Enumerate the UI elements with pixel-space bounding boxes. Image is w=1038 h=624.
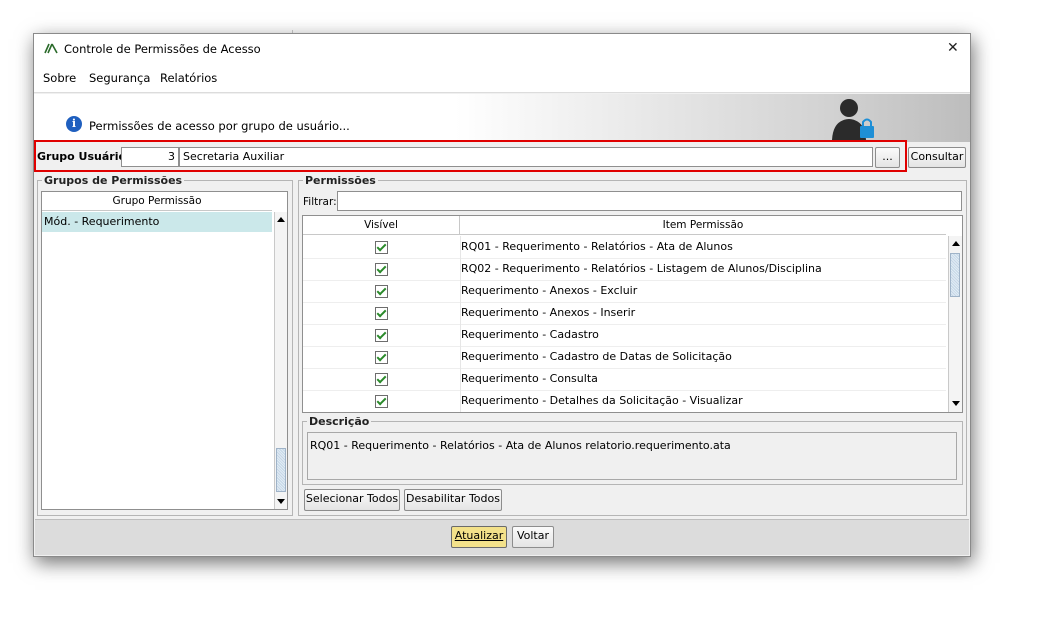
descricao-text: RQ01 - Requerimento - Relatórios - Ata d… xyxy=(310,439,731,452)
grupo-usuario-name: Secretaria Auxiliar xyxy=(183,150,285,163)
grupo-usuario-code: 3 xyxy=(168,150,175,163)
title-bar: Controle de Permissões de Acesso ✕ xyxy=(34,34,970,63)
grupos-list-item[interactable]: Mód. - Requerimento xyxy=(42,212,272,232)
voltar-label: Voltar xyxy=(516,529,550,542)
table-row[interactable]: RQ01 - Requerimento - Relatórios - Ata d… xyxy=(303,236,946,259)
browse-button[interactable]: ... xyxy=(875,147,900,168)
grupos-permissoes-legend: Grupos de Permissões xyxy=(44,174,183,187)
close-icon[interactable]: ✕ xyxy=(947,40,959,56)
scroll-thumb[interactable] xyxy=(950,253,960,297)
table-row[interactable]: RQ02 - Requerimento - Relatórios - Lista… xyxy=(303,258,946,281)
item-permissao-cell: RQ01 - Requerimento - Relatórios - Ata d… xyxy=(461,240,733,253)
scroll-up-icon[interactable] xyxy=(277,217,285,222)
item-permissao-cell: Requerimento - Consulta xyxy=(461,372,598,385)
item-permissao-cell: RQ02 - Requerimento - Relatórios - Lista… xyxy=(461,262,822,275)
descricao-box: RQ01 - Requerimento - Relatórios - Ata d… xyxy=(307,432,957,480)
main-window: Controle de Permissões de Acesso ✕ Sobre… xyxy=(33,33,971,557)
atualizar-button[interactable]: Atualizar xyxy=(451,526,507,548)
column-item-permissao[interactable]: Item Permissão xyxy=(460,216,946,235)
disable-all-button[interactable]: Desabilitar Todos xyxy=(404,489,502,511)
filter-label: Filtrar: xyxy=(303,196,337,208)
visivel-checkbox[interactable] xyxy=(375,329,388,342)
permissoes-legend: Permissões xyxy=(305,174,376,187)
grupo-usuario-name-field[interactable]: Secretaria Auxiliar xyxy=(179,147,873,167)
item-permissao-cell: Requerimento - Cadastro de Datas de Soli… xyxy=(461,350,732,363)
item-permissao-cell: Requerimento - Anexos - Excluir xyxy=(461,284,638,297)
grupos-scrollbar[interactable] xyxy=(274,212,287,509)
grupos-column-header[interactable]: Grupo Permissão xyxy=(42,192,272,211)
column-divider xyxy=(460,236,461,412)
visivel-checkbox[interactable] xyxy=(375,395,388,408)
visivel-checkbox[interactable] xyxy=(375,263,388,276)
scroll-up-icon[interactable] xyxy=(952,241,960,246)
column-visivel[interactable]: Visível xyxy=(303,216,460,235)
atualizar-label: Atualizar xyxy=(454,529,504,542)
grupos-list-item-label: Mód. - Requerimento xyxy=(44,215,160,228)
table-row[interactable]: Requerimento - Consulta xyxy=(303,368,946,391)
table-row[interactable]: Requerimento - Cadastro xyxy=(303,324,946,347)
item-permissao-cell: Requerimento - Cadastro xyxy=(461,328,599,341)
voltar-button[interactable]: Voltar xyxy=(512,526,554,548)
select-all-button[interactable]: Selecionar Todos xyxy=(304,489,400,511)
permissions-grid: Visível Item Permissão RQ01 - Requerimen… xyxy=(302,215,963,413)
grupo-usuario-label: Grupo Usuário: xyxy=(37,150,131,163)
menu-bar: Sobre Segurança Relatórios xyxy=(34,63,970,93)
header-banner: i Permissões de acesso por grupo de usuá… xyxy=(34,94,970,142)
grupos-list: Grupo Permissão Mód. - Requerimento xyxy=(41,191,288,510)
visivel-checkbox[interactable] xyxy=(375,307,388,320)
table-row[interactable]: Requerimento - Detalhes da Solicitação -… xyxy=(303,390,946,412)
item-permissao-cell: Requerimento - Anexos - Inserir xyxy=(461,306,636,319)
scroll-down-icon[interactable] xyxy=(277,499,285,504)
scroll-down-icon[interactable] xyxy=(952,401,960,406)
grupo-usuario-code-field[interactable]: 3 xyxy=(121,147,179,167)
consultar-button[interactable]: Consultar xyxy=(908,147,966,168)
menu-sobre-label: Sobre xyxy=(43,71,77,85)
visivel-checkbox[interactable] xyxy=(375,373,388,386)
menu-relatorios-label: Relatórios xyxy=(160,71,218,85)
user-lock-icon xyxy=(832,99,874,140)
item-permissao-cell: Requerimento - Detalhes da Solicitação -… xyxy=(461,394,743,407)
filter-input[interactable] xyxy=(337,191,962,211)
menu-seguranca-label: Segurança xyxy=(89,71,151,85)
menu-seguranca[interactable]: Segurança xyxy=(89,71,150,85)
window-title: Controle de Permissões de Acesso xyxy=(64,42,261,56)
table-row[interactable]: Requerimento - Anexos - Inserir xyxy=(303,302,946,325)
info-icon: i xyxy=(66,116,82,132)
permissions-scrollbar[interactable] xyxy=(948,236,962,412)
visivel-checkbox[interactable] xyxy=(375,241,388,254)
descricao-legend: Descrição xyxy=(309,415,370,428)
visivel-checkbox[interactable] xyxy=(375,351,388,364)
scroll-thumb[interactable] xyxy=(276,448,286,492)
menu-sobre[interactable]: Sobre xyxy=(43,71,76,85)
permissions-rows: RQ01 - Requerimento - Relatórios - Ata d… xyxy=(303,236,946,412)
visivel-checkbox[interactable] xyxy=(375,285,388,298)
app-logo-icon xyxy=(44,43,58,54)
header-info-text: Permissões de acesso por grupo de usuári… xyxy=(89,119,350,133)
table-row[interactable]: Requerimento - Anexos - Excluir xyxy=(303,280,946,303)
table-row[interactable]: Requerimento - Cadastro de Datas de Soli… xyxy=(303,346,946,369)
menu-relatorios[interactable]: Relatórios xyxy=(160,71,217,85)
